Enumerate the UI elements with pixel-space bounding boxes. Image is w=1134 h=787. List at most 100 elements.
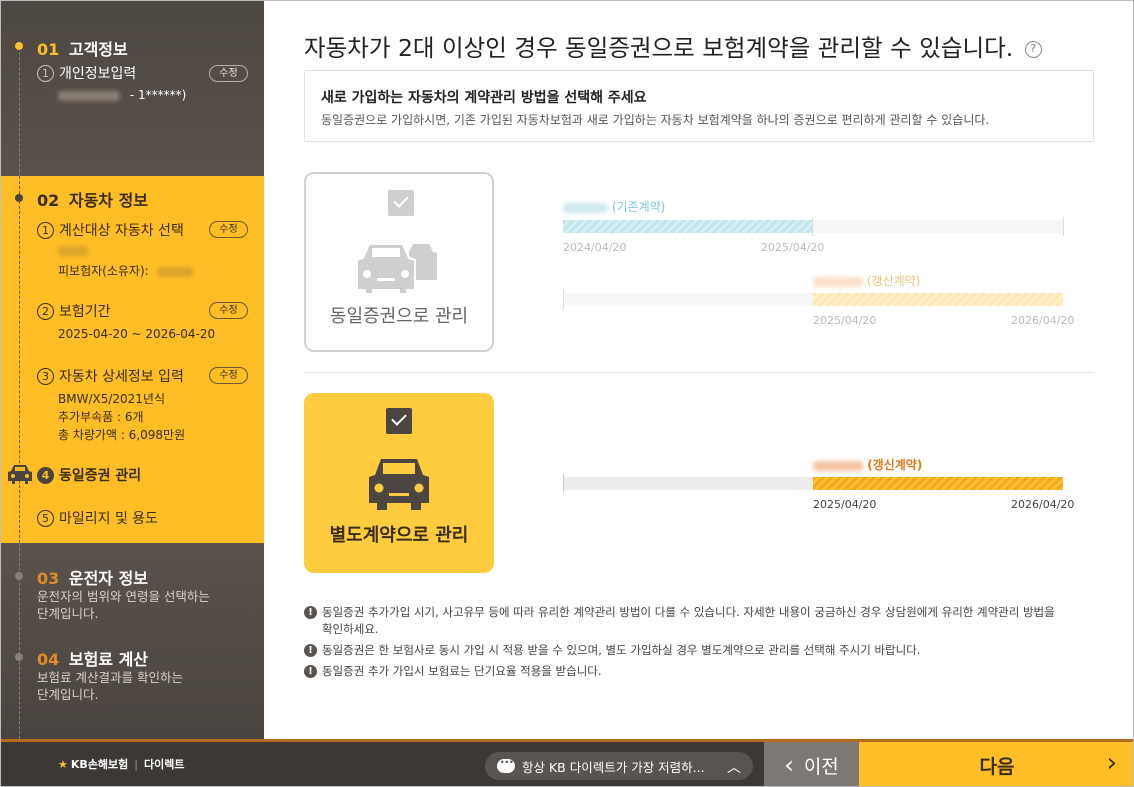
car-value-detail: 총 차량가액 : 6,098만원 (58, 428, 186, 442)
divider (304, 372, 1094, 373)
next-button[interactable]: 다음 › (859, 742, 1133, 786)
note-item: ! 동일증권 추가가입 시기, 사고유무 등에 따라 유리한 계약관리 방법이 … (304, 604, 1064, 638)
step-dot (15, 42, 23, 50)
track-bar (563, 293, 813, 306)
sub-step-car-select: 1 계산대상 자동차 선택 (37, 220, 184, 240)
checkbox-checked-icon[interactable] (386, 408, 412, 434)
sub-step-label: 동일증권 관리 (59, 468, 142, 484)
note-text: 동일증권 추가 가입시 보험료는 단기요율 적용을 받습니다. (322, 664, 602, 678)
date-label: 2026/04/20 (1011, 498, 1075, 511)
option-label: 동일증권으로 관리 (329, 306, 469, 327)
sub-step-period: 2 보험기간 (37, 301, 111, 321)
step-2-title[interactable]: 02 자동차 정보 (37, 187, 148, 211)
chevron-right-icon: › (1106, 748, 1117, 778)
prev-label: 이전 (803, 755, 839, 778)
masked-id: - 1******) (129, 88, 187, 102)
sub-step-car-detail: 3 자동차 상세정보 입력 (37, 366, 184, 386)
accessories-detail: 추가부속품 : 6개 (58, 410, 144, 424)
step-3-desc: 단계입니다. (37, 606, 99, 621)
help-icon[interactable]: ? (1024, 41, 1042, 58)
step-3-title[interactable]: 03 운전자 정보 (37, 565, 148, 589)
app-frame: 01 고객정보 1 개인정보입력 수정 - 1******) 02 자동차 정보… (0, 0, 1134, 787)
renewal-label-text: (갱신계약) (867, 458, 923, 472)
step-1-title[interactable]: 01 고객정보 (37, 36, 128, 60)
notice-text: 동일증권으로 가입하시면, 기존 가입된 자동차보험과 새로 가입하는 자동차 … (321, 113, 990, 127)
exclamation-icon: ! (304, 665, 317, 678)
sub-step-number: 2 (37, 302, 54, 320)
date-label: 2025/04/20 (761, 241, 825, 254)
next-label: 다음 (979, 755, 1015, 778)
timeline-line (19, 47, 20, 177)
owner-label: 피보험자(소유자): (58, 264, 149, 278)
renewal-contract-bar (813, 477, 1063, 490)
insured-owner: 피보험자(소유자): (58, 262, 193, 279)
tick (563, 474, 564, 493)
step-dot (15, 653, 23, 661)
step-dot (15, 572, 23, 580)
masked-text (156, 266, 193, 277)
sub-step-number: 5 (37, 509, 54, 527)
personal-info-detail: - 1******) (58, 88, 186, 102)
sub-step-personal-info: 1 개인정보입력 (37, 63, 136, 83)
step-number: 01 (37, 40, 60, 59)
renewal-contract-label: (갱신계약) (813, 456, 922, 473)
track-bar (563, 477, 813, 490)
current-car-icon (6, 463, 34, 489)
checkbox-icon[interactable] (388, 190, 414, 216)
prev-button[interactable]: ‹ 이전 (764, 742, 859, 786)
date-label: 2024/04/20 (563, 241, 627, 254)
tick (563, 290, 564, 309)
note-item: ! 동일증권 추가 가입시 보험료는 단기요율 적용을 받습니다. (304, 663, 1064, 680)
sub-step-label: 개인정보입력 (59, 66, 137, 82)
renewal-contract-label: (갱신계약) (813, 272, 920, 289)
edit-button[interactable]: 수정 (209, 367, 248, 384)
sub-step-number: 1 (37, 64, 54, 82)
edit-button[interactable]: 수정 (209, 221, 248, 238)
exclamation-icon: ! (304, 644, 317, 657)
notes-list: ! 동일증권 추가가입 시기, 사고유무 등에 따라 유리한 계약관리 방법이 … (304, 604, 1064, 684)
sidebar: 01 고객정보 1 개인정보입력 수정 - 1******) 02 자동차 정보… (1, 1, 264, 739)
sub-step-number: 1 (37, 221, 54, 239)
step-number: 02 (37, 191, 60, 210)
date-label: 2025/04/20 (813, 498, 877, 511)
date-label: 2026/04/20 (1011, 314, 1075, 327)
car-icon (367, 455, 431, 515)
notice-box: 새로 가입하는 자동차의 계약관리 방법을 선택해 주세요 동일증권으로 가입하… (304, 70, 1094, 142)
step-dot (15, 194, 23, 202)
track-bar (813, 220, 1063, 233)
brand-sub: 다이렉트 (143, 758, 185, 771)
sub-step-number: 3 (37, 367, 54, 385)
kb-star-icon: ★ (58, 758, 68, 771)
edit-button[interactable]: 수정 (209, 302, 248, 319)
step-3-desc: 운전자의 범위와 연령을 선택하는 (37, 589, 210, 604)
same-policy-option[interactable]: 동일증권으로 관리 (304, 172, 494, 352)
step-label: 보험료 계산 (68, 650, 149, 669)
footer-bar: ★KB손해보험|다이렉트 항상 KB 다이렉트가 가장 저렴하... ︿ ‹ 이… (1, 739, 1133, 786)
existing-label-text: (기존계약) (611, 200, 666, 214)
edit-button[interactable]: 수정 (209, 65, 248, 82)
step-4-title[interactable]: 04 보험료 계산 (37, 646, 148, 670)
sub-step-same-policy: 4 동일증권 관리 (37, 465, 141, 485)
chat-bubble-icon (497, 755, 515, 773)
step-4-desc: 보험료 계산결과를 확인하는 (37, 670, 183, 685)
brand-name: KB손해보험 (70, 758, 129, 771)
note-text: 동일증권은 한 보험사로 동시 가입 시 적용 받을 수 있으며, 별도 가입하… (322, 643, 921, 657)
exclamation-icon: ! (304, 606, 317, 619)
step-label: 자동차 정보 (68, 191, 149, 210)
separate-policy-option[interactable]: 별도계약으로 관리 (304, 393, 494, 573)
note-text: 동일증권 추가가입 시기, 사고유무 등에 따라 유리한 계약관리 방법이 다를… (322, 605, 1055, 636)
chat-banner[interactable]: 항상 KB 다이렉트가 가장 저렴하... ︿ (485, 752, 753, 780)
chevron-up-icon[interactable]: ︿ (727, 757, 741, 777)
sub-step-mileage: 5 마일리지 및 용도 (37, 508, 158, 528)
car-model-detail: BMW/X5/2021년식 (58, 392, 166, 406)
note-item: ! 동일증권은 한 보험사로 동시 가입 시 적용 받을 수 있으며, 별도 가… (304, 642, 1064, 659)
sub-step-label: 계산대상 자동차 선택 (59, 223, 184, 239)
sidebar-step-1: 01 고객정보 1 개인정보입력 수정 - 1******) (1, 1, 264, 177)
renewal-label-text: (갱신계약) (866, 274, 921, 288)
notice-heading: 새로 가입하는 자동차의 계약관리 방법을 선택해 주세요 (321, 90, 647, 106)
tick (1063, 217, 1064, 236)
step-label: 고객정보 (68, 40, 128, 59)
page-title-text: 자동차가 2대 이상인 경우 동일증권으로 보험계약을 관리할 수 있습니다. (304, 34, 1014, 62)
step-label: 운전자 정보 (68, 569, 149, 588)
existing-contract-label: (기존계약) (563, 198, 665, 215)
